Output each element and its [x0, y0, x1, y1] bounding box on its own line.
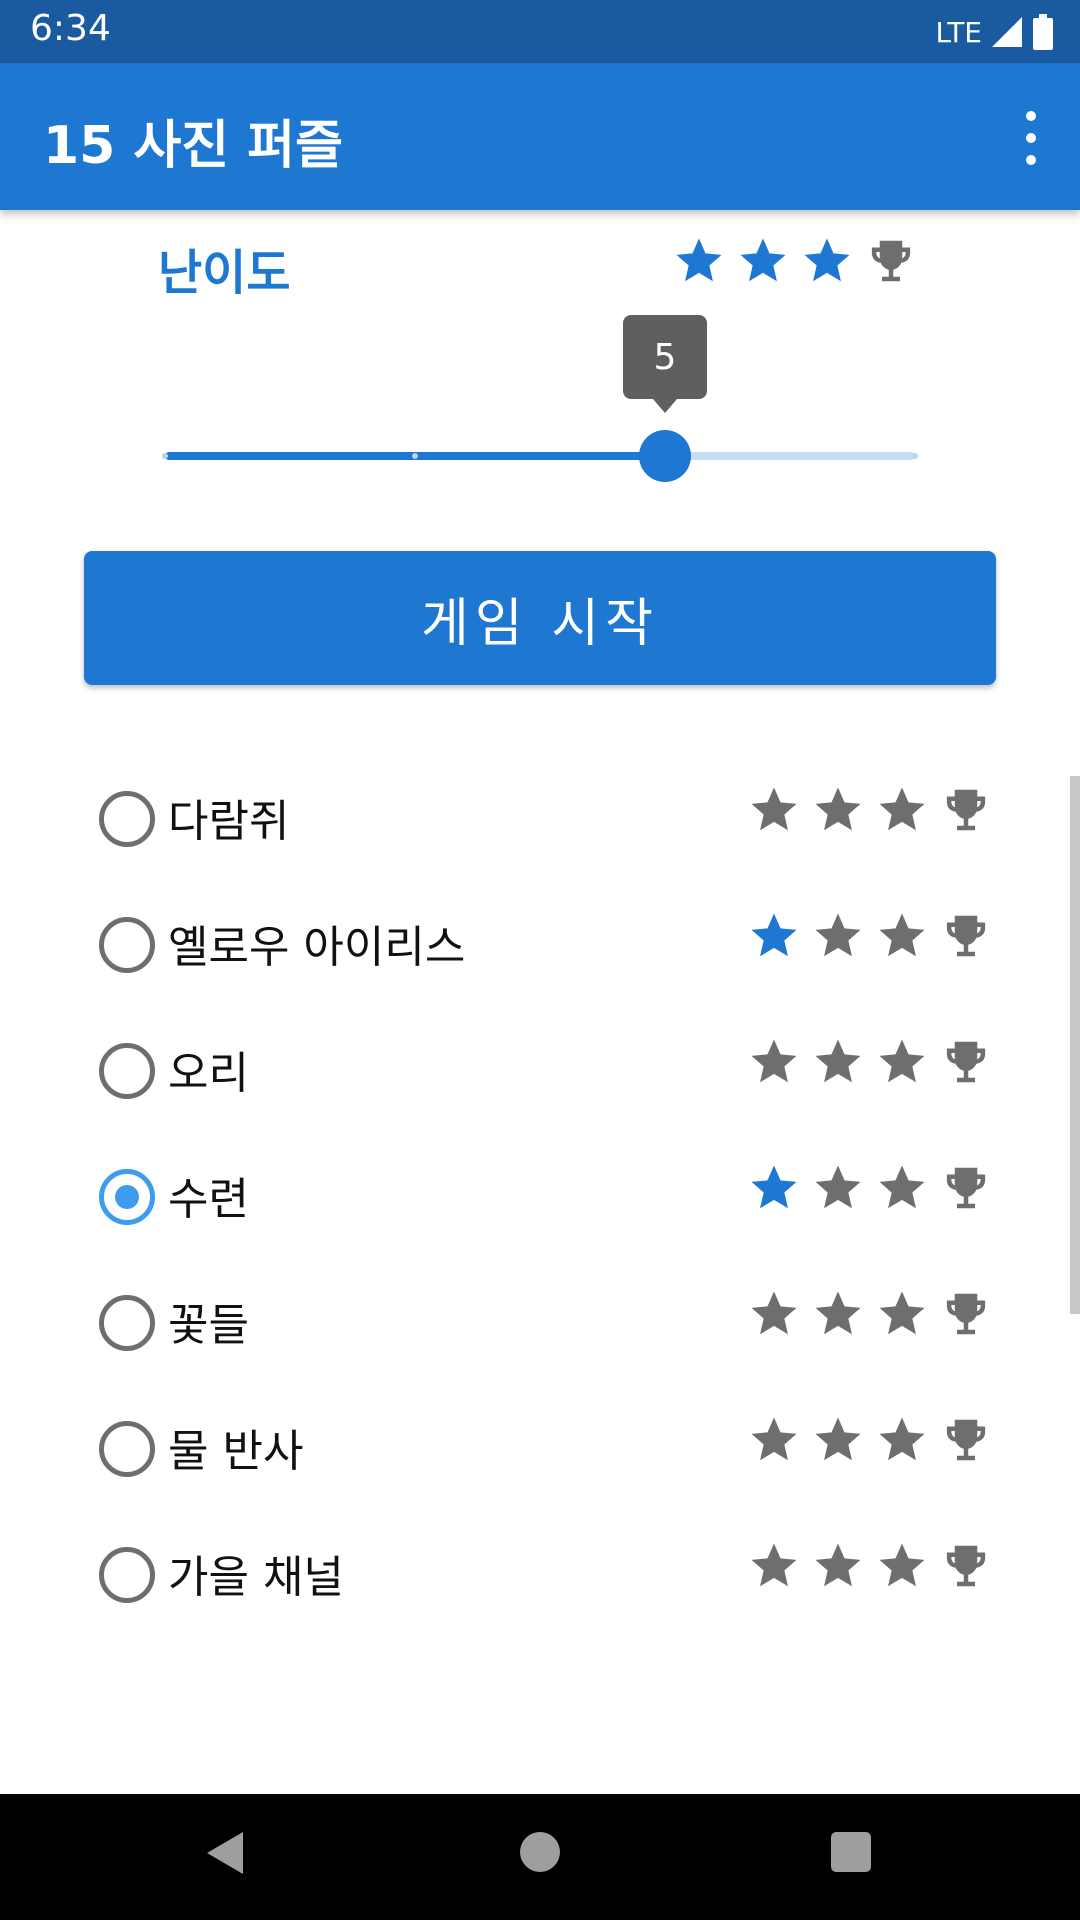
- signal-icon: [992, 17, 1022, 47]
- star-icon: [815, 787, 861, 831]
- puzzle-radio-button[interactable]: [99, 1169, 155, 1225]
- trophy-icon: [946, 1545, 986, 1587]
- star-icon: [879, 1417, 925, 1461]
- star-icon: [879, 1039, 925, 1083]
- star-icon: [676, 238, 722, 282]
- star-icon: [740, 238, 786, 282]
- difficulty-slider[interactable]: 5: [162, 315, 918, 482]
- puzzle-name: 꽃들: [168, 1300, 249, 1351]
- start-game-button[interactable]: 게임 시작: [84, 551, 996, 685]
- network-type: LTE: [935, 15, 982, 49]
- star-icon: [751, 1543, 797, 1587]
- puzzle-name: 다람쥐: [168, 796, 290, 847]
- puzzle-radio-button[interactable]: [99, 1295, 155, 1351]
- slider-tick: [412, 453, 418, 459]
- star-icon: [815, 1039, 861, 1083]
- star-icon: [751, 1165, 797, 1209]
- puzzle-list-item[interactable]: 다람쥐: [0, 753, 1080, 879]
- star-icon: [815, 913, 861, 957]
- puzzle-radio-button[interactable]: [99, 791, 155, 847]
- puzzle-name: 수련: [168, 1174, 249, 1225]
- app-title: 15 사진 퍼즐: [43, 116, 343, 176]
- slider-value-bubble: 5: [623, 315, 707, 413]
- puzzle-rating: [747, 1413, 993, 1467]
- puzzle-rating: [747, 783, 993, 837]
- puzzle-list-item[interactable]: 옐로우 아이리스: [0, 879, 1080, 1005]
- puzzle-rating: [747, 1539, 993, 1593]
- star-icon: [751, 1417, 797, 1461]
- puzzle-name: 오리: [168, 1048, 249, 1099]
- puzzle-list: 다람쥐옐로우 아이리스오리수련꽃들물 반사가을 채널: [0, 753, 1080, 1635]
- puzzle-radio-button[interactable]: [99, 1421, 155, 1477]
- trophy-icon: [946, 915, 986, 957]
- trophy-icon: [871, 240, 911, 282]
- puzzle-rating: [747, 1161, 993, 1215]
- puzzle-name: 물 반사: [168, 1426, 304, 1477]
- star-icon: [879, 1165, 925, 1209]
- slider-tick: [912, 453, 918, 459]
- trophy-icon: [946, 1041, 986, 1083]
- puzzle-list-item[interactable]: 오리: [0, 1005, 1080, 1131]
- status-bar: 6:34 LTE: [0, 0, 1080, 63]
- star-icon: [815, 1165, 861, 1209]
- star-icon: [815, 1291, 861, 1335]
- puzzle-list-item[interactable]: 물 반사: [0, 1383, 1080, 1509]
- puzzle-rating: [747, 1287, 993, 1341]
- back-icon[interactable]: [205, 1830, 245, 1876]
- star-icon: [879, 1543, 925, 1587]
- star-icon: [879, 913, 925, 957]
- trophy-icon: [946, 789, 986, 831]
- puzzle-rating: [747, 1035, 993, 1089]
- difficulty-label: 난이도: [158, 245, 291, 301]
- star-icon: [879, 1291, 925, 1335]
- star-icon: [815, 1417, 861, 1461]
- overflow-menu-icon[interactable]: [1006, 105, 1056, 171]
- star-icon: [751, 1291, 797, 1335]
- star-icon: [751, 913, 797, 957]
- puzzle-list-item[interactable]: 꽃들: [0, 1257, 1080, 1383]
- puzzle-list-item[interactable]: 가을 채널: [0, 1509, 1080, 1635]
- star-icon: [804, 238, 850, 282]
- puzzle-radio-button[interactable]: [99, 917, 155, 973]
- puzzle-list-item[interactable]: 수련: [0, 1131, 1080, 1257]
- trophy-icon: [946, 1419, 986, 1461]
- puzzle-radio-button[interactable]: [99, 1547, 155, 1603]
- navigation-bar: [0, 1794, 1080, 1920]
- difficulty-rating: [672, 234, 918, 288]
- battery-icon: [1033, 14, 1053, 50]
- slider-tick: [162, 453, 168, 459]
- recents-icon[interactable]: [831, 1832, 871, 1872]
- status-time: 6:34: [30, 8, 111, 49]
- star-icon: [879, 787, 925, 831]
- app-bar: 15 사진 퍼즐: [0, 63, 1080, 210]
- scrollbar[interactable]: [1070, 776, 1080, 1314]
- slider-thumb[interactable]: [639, 430, 691, 482]
- home-icon[interactable]: [520, 1832, 560, 1872]
- trophy-icon: [946, 1167, 986, 1209]
- star-icon: [751, 787, 797, 831]
- puzzle-radio-button[interactable]: [99, 1043, 155, 1099]
- status-icons: LTE: [935, 10, 1054, 54]
- trophy-icon: [946, 1293, 986, 1335]
- puzzle-rating: [747, 909, 993, 963]
- puzzle-name: 옐로우 아이리스: [168, 922, 466, 973]
- puzzle-name: 가을 채널: [168, 1552, 344, 1603]
- star-icon: [815, 1543, 861, 1587]
- star-icon: [751, 1039, 797, 1083]
